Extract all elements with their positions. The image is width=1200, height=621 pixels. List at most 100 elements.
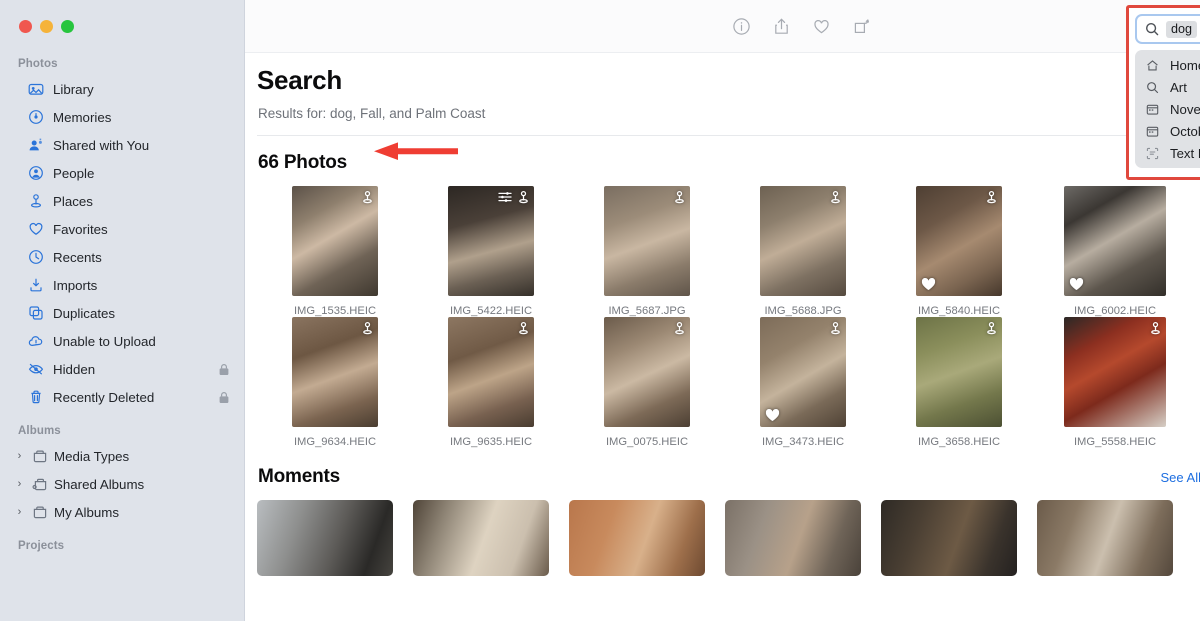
sidebar-item-people[interactable]: People xyxy=(0,159,244,187)
photo-cell[interactable]: IMG_5840.HEIC xyxy=(881,186,1037,317)
photo-cell[interactable]: IMG_6002.HEIC xyxy=(1037,186,1193,317)
search-suggestion-row[interactable]: October31 xyxy=(1135,120,1200,142)
moment-thumbnail[interactable] xyxy=(1037,500,1173,576)
share-icon[interactable] xyxy=(770,15,792,37)
sidebar-item-recents[interactable]: Recents xyxy=(0,243,244,271)
sidebar-item-memories[interactable]: Memories xyxy=(0,103,244,131)
rotate-icon[interactable] xyxy=(850,15,872,37)
moment-thumbnail[interactable] xyxy=(725,500,861,576)
sidebar-item-hidden[interactable]: Hidden xyxy=(0,355,244,383)
clock-icon xyxy=(27,249,44,266)
photo-cell[interactable]: IMG_3473.HEIC xyxy=(725,317,881,448)
search-icon xyxy=(1145,81,1160,94)
location-pin-badge-icon xyxy=(1149,321,1162,336)
favorite-heart-icon[interactable] xyxy=(810,15,832,37)
suggestion-label: October xyxy=(1170,124,1200,139)
location-pin-badge-icon xyxy=(673,190,686,205)
photo-filename: IMG_5422.HEIC xyxy=(450,305,532,317)
sidebar-item-label: Library xyxy=(53,82,94,97)
photo-filename: IMG_3658.HEIC xyxy=(918,436,1000,448)
sidebar-item-label: Duplicates xyxy=(53,306,115,321)
moment-thumbnail[interactable] xyxy=(413,500,549,576)
see-all-link[interactable]: See All xyxy=(1161,470,1200,485)
location-pin-badge-icon xyxy=(361,321,374,336)
sidebar-item-label: Media Types xyxy=(54,449,129,464)
photo-thumbnail[interactable] xyxy=(448,317,534,427)
sidebar-item-my-albums[interactable]: › My Albums xyxy=(0,498,244,526)
search-suggestion-row[interactable]: Home66 xyxy=(1135,54,1200,76)
photo-cell[interactable]: IMG_9635.HEIC xyxy=(413,317,569,448)
folder-icon xyxy=(31,448,48,465)
sidebar-item-label: Recently Deleted xyxy=(53,390,154,405)
favorite-badge-icon xyxy=(765,408,780,422)
search-popover: dogFallPalm Coast Home66Art3November21Oc… xyxy=(1126,5,1200,180)
sidebar-item-shared-albums[interactable]: › Shared Albums xyxy=(0,470,244,498)
photo-cell[interactable]: IMG_3658.HEIC xyxy=(881,317,1037,448)
folder-icon xyxy=(31,504,48,521)
sidebar-item-recently-deleted[interactable]: Recently Deleted xyxy=(0,383,244,411)
photo-thumbnail[interactable] xyxy=(292,317,378,427)
photo-cell[interactable]: IMG_1535.HEIC xyxy=(257,186,413,317)
sidebar-item-label: My Albums xyxy=(54,505,119,520)
maximize-window-button[interactable] xyxy=(61,20,74,33)
chevron-right-icon[interactable]: › xyxy=(14,450,25,462)
search-suggestion-row[interactable]: Text Found18 xyxy=(1135,142,1200,164)
photo-thumbnail[interactable] xyxy=(292,186,378,296)
photo-cell[interactable]: IMG_0075.HEIC xyxy=(569,317,725,448)
photo-cell[interactable]: IMG_5687.JPG xyxy=(569,186,725,317)
moment-thumbnail[interactable] xyxy=(881,500,1017,576)
lock-icon xyxy=(218,363,230,376)
search-suggestion-row[interactable]: Art3 xyxy=(1135,76,1200,98)
sidebar-section-projects-title: Projects xyxy=(0,526,244,557)
photo-thumbnail[interactable] xyxy=(604,186,690,296)
sidebar-item-unable-to-upload[interactable]: Unable to Upload xyxy=(0,327,244,355)
photo-thumbnail[interactable] xyxy=(1064,317,1166,427)
search-field[interactable]: dogFallPalm Coast xyxy=(1135,14,1200,44)
photo-thumbnail[interactable] xyxy=(760,317,846,427)
search-suggestions-list: Home66Art3November21October31Text Found1… xyxy=(1135,50,1200,168)
sidebar-item-duplicates[interactable]: Duplicates xyxy=(0,299,244,327)
close-window-button[interactable] xyxy=(19,20,32,33)
photo-thumbnail[interactable] xyxy=(760,186,846,296)
photo-thumbnail[interactable] xyxy=(916,317,1002,427)
chevron-right-icon[interactable]: › xyxy=(14,506,25,518)
chevron-right-icon[interactable]: › xyxy=(14,478,25,490)
photo-thumbnail[interactable] xyxy=(604,317,690,427)
suggestion-label: Home xyxy=(1170,58,1200,73)
moments-title: Moments xyxy=(258,466,340,488)
photo-thumbnail[interactable] xyxy=(916,186,1002,296)
photo-filename: IMG_9634.HEIC xyxy=(294,436,376,448)
main-content: Search Results for: dog, Fall, and Palm … xyxy=(245,0,1200,621)
photo-thumbnail[interactable] xyxy=(1064,186,1166,296)
sidebar-item-favorites[interactable]: Favorites xyxy=(0,215,244,243)
photo-filename: IMG_1535.HEIC xyxy=(294,305,376,317)
photo-thumbnail[interactable] xyxy=(448,186,534,296)
search-token[interactable]: dog xyxy=(1166,21,1197,38)
photo-cell[interactable]: IMG_9634.HEIC xyxy=(257,317,413,448)
location-pin-badge-icon xyxy=(985,321,998,336)
text-found-icon xyxy=(1145,147,1160,160)
photo-grid: IMG_1535.HEICIMG_5422.HEICIMG_5687.JPGIM… xyxy=(257,174,1200,448)
photo-cell[interactable]: IMG_5558.HEIC xyxy=(1037,317,1193,448)
photo-cell[interactable]: IMG_5688.JPG xyxy=(725,186,881,317)
sidebar-item-media-types[interactable]: › Media Types xyxy=(0,442,244,470)
location-pin-badge-icon xyxy=(673,321,686,336)
photo-filename: IMG_3473.HEIC xyxy=(762,436,844,448)
places-pin-icon xyxy=(27,193,44,210)
search-icon xyxy=(1145,22,1159,36)
sidebar-item-imports[interactable]: Imports xyxy=(0,271,244,299)
sidebar: Photos Library Memories xyxy=(0,0,245,621)
minimize-window-button[interactable] xyxy=(40,20,53,33)
sidebar-item-places[interactable]: Places xyxy=(0,187,244,215)
sidebar-item-shared-with-you[interactable]: Shared with You xyxy=(0,131,244,159)
moment-thumbnail[interactable] xyxy=(569,500,705,576)
house-icon xyxy=(1145,59,1160,72)
info-icon[interactable] xyxy=(730,15,752,37)
sidebar-item-library[interactable]: Library xyxy=(0,75,244,103)
location-pin-badge-icon xyxy=(829,321,842,336)
trash-icon xyxy=(27,389,44,406)
photo-cell[interactable]: IMG_5422.HEIC xyxy=(413,186,569,317)
photo-count-title: 66 Photos xyxy=(258,152,347,174)
moment-thumbnail[interactable] xyxy=(257,500,393,576)
search-suggestion-row[interactable]: November21 xyxy=(1135,98,1200,120)
